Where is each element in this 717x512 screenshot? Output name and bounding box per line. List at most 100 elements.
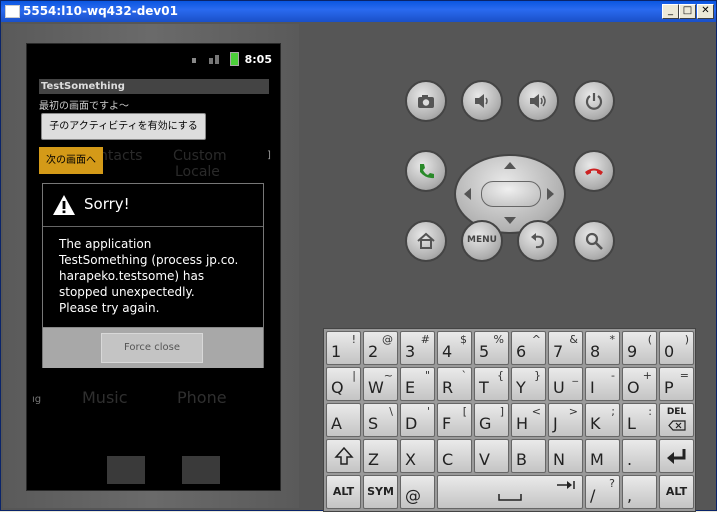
key-f[interactable]: F[ xyxy=(437,403,472,437)
key-i[interactable]: I- xyxy=(585,367,620,401)
key-k[interactable]: K; xyxy=(585,403,620,437)
key-main: A xyxy=(331,414,342,433)
search-button[interactable] xyxy=(573,220,615,262)
power-button[interactable] xyxy=(573,80,615,122)
screen-edge-label: ıg xyxy=(32,394,42,405)
key-at[interactable]: @ xyxy=(400,475,435,509)
key-9[interactable]: 9( xyxy=(622,331,657,365)
key-u[interactable]: U _ xyxy=(548,367,583,401)
key-z[interactable]: Z xyxy=(363,439,398,473)
device-screen[interactable]: 8:05 ntacts Custom Locale Music Phone Te… xyxy=(26,43,281,491)
key-s[interactable]: S \ xyxy=(363,403,398,437)
hardware-keyboard: 1! 2 @ 3 # 4 $ 5% 6 ^ 7 & 8 * 9( 0) Q | W ~ E " R… xyxy=(323,328,696,512)
key-4[interactable]: 4 $ xyxy=(437,331,472,365)
key-0[interactable]: 0) xyxy=(659,331,694,365)
key-g[interactable]: G] xyxy=(474,403,509,437)
key-v[interactable]: V xyxy=(474,439,509,473)
call-button[interactable] xyxy=(405,150,447,192)
next-screen-button[interactable]: 次の画面へ xyxy=(39,147,103,174)
maximize-button[interactable]: □ xyxy=(679,4,696,19)
key-1[interactable]: 1! xyxy=(326,331,361,365)
delete-label: DEL xyxy=(666,407,687,417)
key-main: N xyxy=(553,450,565,469)
key-8[interactable]: 8 * xyxy=(585,331,620,365)
key-o[interactable]: O + xyxy=(622,367,657,401)
key-shift: : xyxy=(648,405,652,418)
space-icon xyxy=(498,494,522,501)
back-button[interactable] xyxy=(517,220,559,262)
key-n[interactable]: N xyxy=(548,439,583,473)
enter-key[interactable] xyxy=(659,439,694,473)
usb-icon xyxy=(192,58,196,63)
status-time: 8:05 xyxy=(244,53,272,66)
key-x[interactable]: X xyxy=(400,439,435,473)
alt-key-left[interactable]: ALT xyxy=(326,475,361,509)
enable-child-activity-button[interactable]: 子のアクティビティを有効にする xyxy=(41,113,206,140)
key-shift: " xyxy=(424,369,430,382)
key-l[interactable]: L: xyxy=(622,403,657,437)
key-period[interactable]: . xyxy=(622,439,657,473)
dpad-down-icon[interactable] xyxy=(504,217,516,224)
volume-down-button[interactable] xyxy=(461,80,503,122)
phone-red-icon xyxy=(585,168,603,175)
key-main: . xyxy=(627,450,633,469)
key-slash[interactable]: /? xyxy=(585,475,620,509)
key-e[interactable]: E " xyxy=(400,367,435,401)
key-main: F xyxy=(442,414,452,433)
key-5[interactable]: 5% xyxy=(474,331,509,365)
key-shift: ? xyxy=(609,477,615,490)
key-d[interactable]: D ' xyxy=(400,403,435,437)
key-main: V xyxy=(479,450,490,469)
dpad-left-icon[interactable] xyxy=(464,188,471,200)
key-7[interactable]: 7 & xyxy=(548,331,583,365)
key-shift: ] xyxy=(499,405,504,418)
end-call-button[interactable] xyxy=(573,150,615,192)
key-j[interactable]: J > xyxy=(548,403,583,437)
close-button[interactable]: ✕ xyxy=(697,4,714,19)
shift-key[interactable] xyxy=(326,439,361,473)
dialog-message-line: Please try again. xyxy=(59,301,160,315)
key-6[interactable]: 6 ^ xyxy=(511,331,546,365)
dialog-message: The application TestSomething (process j… xyxy=(59,236,255,316)
home-button[interactable] xyxy=(405,220,447,262)
emulator-body: 8:05 ntacts Custom Locale Music Phone Te… xyxy=(1,22,716,512)
key-shift: \ xyxy=(389,405,393,418)
key-t[interactable]: T{ xyxy=(474,367,509,401)
dpad-center-button[interactable] xyxy=(481,181,541,207)
key-main: 9 xyxy=(627,342,638,361)
key-w[interactable]: W ~ xyxy=(363,367,398,401)
delete-key[interactable]: DEL xyxy=(659,403,694,437)
camera-icon xyxy=(418,95,434,108)
key-q[interactable]: Q | xyxy=(326,367,361,401)
key-a[interactable]: A xyxy=(326,403,361,437)
key-main: O xyxy=(627,378,640,397)
dpad-right-icon[interactable] xyxy=(547,188,554,200)
key-3[interactable]: 3 # xyxy=(400,331,435,365)
key-r[interactable]: R ` xyxy=(437,367,472,401)
key-shift: - xyxy=(611,369,615,382)
space-key[interactable] xyxy=(437,475,583,509)
key-p[interactable]: P = xyxy=(659,367,694,401)
key-h[interactable]: H < xyxy=(511,403,546,437)
key-c[interactable]: C xyxy=(437,439,472,473)
battery-icon xyxy=(230,52,239,66)
key-comma[interactable]: , xyxy=(622,475,657,509)
sym-key[interactable]: SYM xyxy=(363,475,398,509)
key-b[interactable]: B xyxy=(511,439,546,473)
key-2[interactable]: 2 @ xyxy=(363,331,398,365)
volume-up-button[interactable] xyxy=(517,80,559,122)
emulator-window: 5554:l10-wq432-dev01 _ □ ✕ 8:05 ntacts C… xyxy=(0,0,717,512)
dialog-message-line: TestSomething (process jp.co. xyxy=(59,253,239,267)
dpad-up-icon[interactable] xyxy=(504,162,516,169)
minimize-button[interactable]: _ xyxy=(662,4,679,19)
key-y[interactable]: Y} xyxy=(511,367,546,401)
key-shift: < xyxy=(531,405,541,418)
camera-button[interactable] xyxy=(405,80,447,122)
key-main: S xyxy=(368,414,379,433)
key-m[interactable]: M xyxy=(585,439,620,473)
title-bar[interactable]: 5554:l10-wq432-dev01 _ □ ✕ xyxy=(1,1,716,22)
force-close-button[interactable]: Force close xyxy=(101,333,203,363)
error-dialog: Sorry! The application TestSomething (pr… xyxy=(42,183,264,368)
menu-button[interactable]: MENU xyxy=(461,220,503,262)
alt-key-right[interactable]: ALT xyxy=(659,475,694,509)
